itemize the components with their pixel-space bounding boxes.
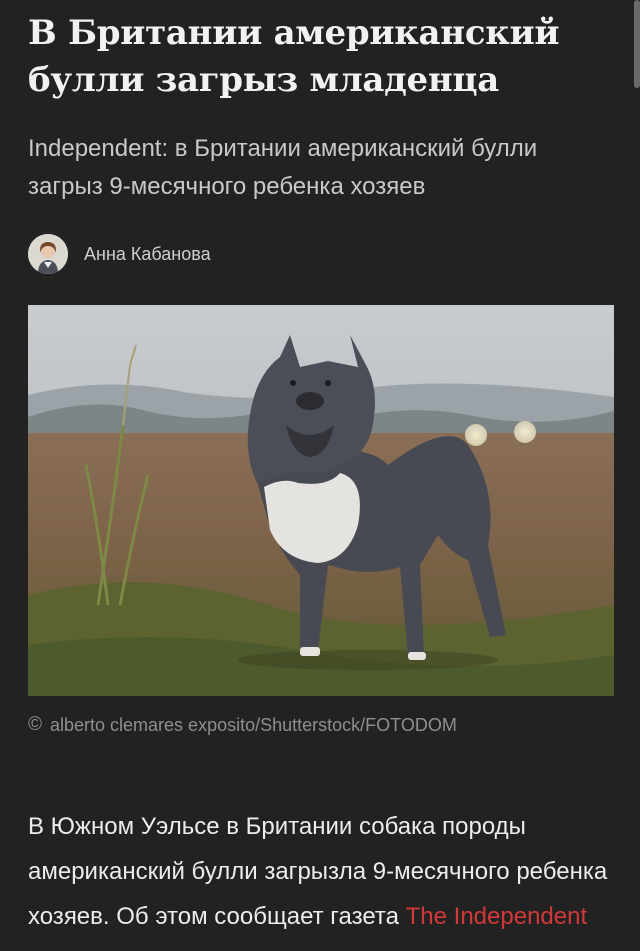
author-avatar[interactable] xyxy=(28,234,68,274)
person-icon xyxy=(28,234,68,274)
copyright-icon: © xyxy=(28,714,42,735)
article-headline: В Британии американский булли загрыз мла… xyxy=(28,13,560,100)
article-photo xyxy=(28,305,614,696)
photo-credit: alberto clemares exposito/Shutterstock/F… xyxy=(50,714,457,735)
author-name[interactable]: Анна Кабанова xyxy=(84,244,211,265)
photo-caption: © alberto clemares exposito/Shutterstock… xyxy=(28,714,618,736)
scroll-indicator[interactable] xyxy=(634,0,640,88)
article-lead: Independent: в Британии американский бул… xyxy=(28,135,538,200)
author-byline[interactable]: Анна Кабанова xyxy=(28,234,211,274)
source-link[interactable]: The Independent xyxy=(406,903,588,930)
article-body-paragraph: В Южном Уэльсе в Британии собака породы … xyxy=(28,804,618,939)
